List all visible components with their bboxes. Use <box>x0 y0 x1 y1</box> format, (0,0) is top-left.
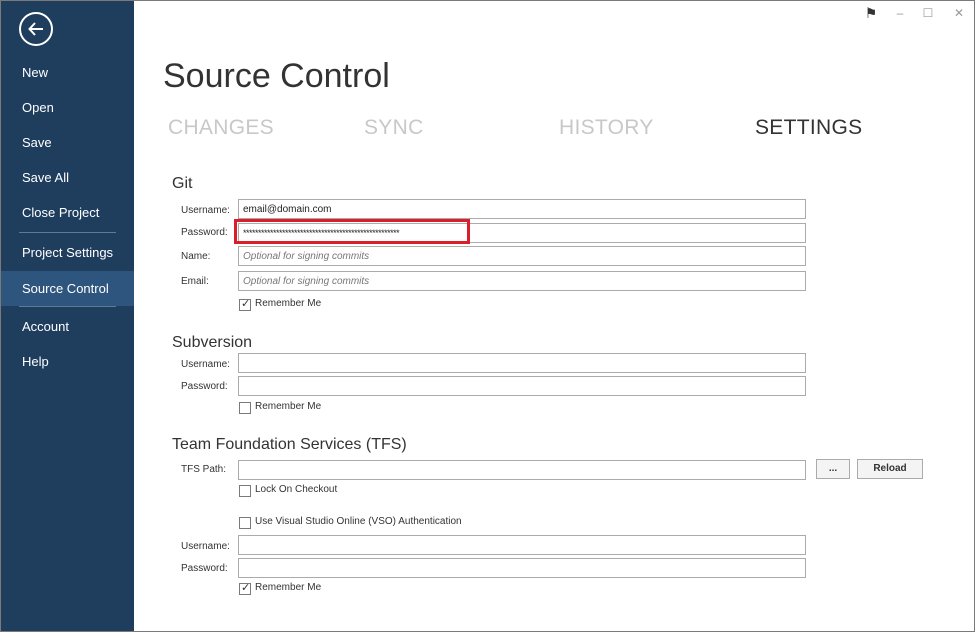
sidebar-item-save[interactable]: Save <box>1 127 134 159</box>
tfs-path-label: TFS Path: <box>181 464 227 475</box>
minimize-button[interactable]: – <box>891 4 909 22</box>
subversion-section-title: Subversion <box>172 334 253 351</box>
git-password-input[interactable] <box>238 223 806 243</box>
sidebar-item-project-settings[interactable]: Project Settings <box>1 237 134 269</box>
svn-username-label: Username: <box>181 359 230 370</box>
git-name-label: Name: <box>181 251 211 262</box>
sidebar-item-account[interactable]: Account <box>1 311 134 343</box>
app-window: New Open Save Save All Close Project Pro… <box>0 0 975 632</box>
checkbox-box[interactable]: ✓ <box>239 582 251 595</box>
sidebar: New Open Save Save All Close Project Pro… <box>1 1 134 631</box>
vso-auth-label: Use Visual Studio Online (VSO) Authentic… <box>255 516 462 527</box>
maximize-button[interactable]: ☐ <box>919 4 937 22</box>
tfs-username-label: Username: <box>181 541 230 552</box>
tab-sync[interactable]: SYNC <box>364 116 424 140</box>
svn-username-input[interactable] <box>238 353 806 373</box>
svn-remember-me-label: Remember Me <box>255 401 322 412</box>
lock-on-checkout-label: Lock On Checkout <box>255 484 338 495</box>
close-button[interactable]: ✕ <box>950 4 968 22</box>
sidebar-item-source-control[interactable]: Source Control <box>1 271 134 306</box>
svn-password-label: Password: <box>181 381 228 392</box>
svn-password-input[interactable] <box>238 376 806 396</box>
tfs-username-input[interactable] <box>238 535 806 555</box>
git-remember-me-label: Remember Me <box>255 298 322 309</box>
git-password-label: Password: <box>181 227 228 238</box>
git-email-label: Email: <box>181 276 209 287</box>
checkbox-box[interactable]: ✓ <box>239 298 251 311</box>
tfs-remember-me-label: Remember Me <box>255 582 322 593</box>
back-arrow-icon[interactable] <box>19 12 53 46</box>
checkmark-icon: ✓ <box>241 582 251 594</box>
checkmark-icon: ✓ <box>241 298 251 310</box>
checkbox-box[interactable] <box>239 402 251 414</box>
git-email-input[interactable] <box>238 271 806 291</box>
sidebar-item-save-all[interactable]: Save All <box>1 162 134 194</box>
flag-icon[interactable]: ⚑ <box>862 4 880 22</box>
tfs-section-title: Team Foundation Services (TFS) <box>172 436 407 453</box>
git-username-label: Username: <box>181 205 230 216</box>
browse-button[interactable]: ... <box>816 459 850 479</box>
checkbox-box[interactable] <box>239 485 251 497</box>
git-section-title: Git <box>172 175 193 192</box>
tfs-password-label: Password: <box>181 563 228 574</box>
tfs-path-input[interactable] <box>238 460 806 480</box>
sidebar-item-help[interactable]: Help <box>1 346 134 378</box>
reload-button[interactable]: Reload <box>857 459 923 479</box>
sidebar-item-close-project[interactable]: Close Project <box>1 197 134 229</box>
page-title: Source Control <box>163 57 390 95</box>
tab-changes[interactable]: CHANGES <box>168 116 274 140</box>
git-username-input[interactable] <box>238 199 806 219</box>
tab-history[interactable]: HISTORY <box>559 116 654 140</box>
checkbox-box[interactable] <box>239 517 251 529</box>
sidebar-divider <box>19 306 116 307</box>
sidebar-item-new[interactable]: New <box>1 57 134 89</box>
sidebar-divider <box>19 232 116 233</box>
tfs-password-input[interactable] <box>238 558 806 578</box>
sidebar-item-open[interactable]: Open <box>1 92 134 124</box>
git-name-input[interactable] <box>238 246 806 266</box>
tab-settings[interactable]: SETTINGS <box>755 116 862 140</box>
